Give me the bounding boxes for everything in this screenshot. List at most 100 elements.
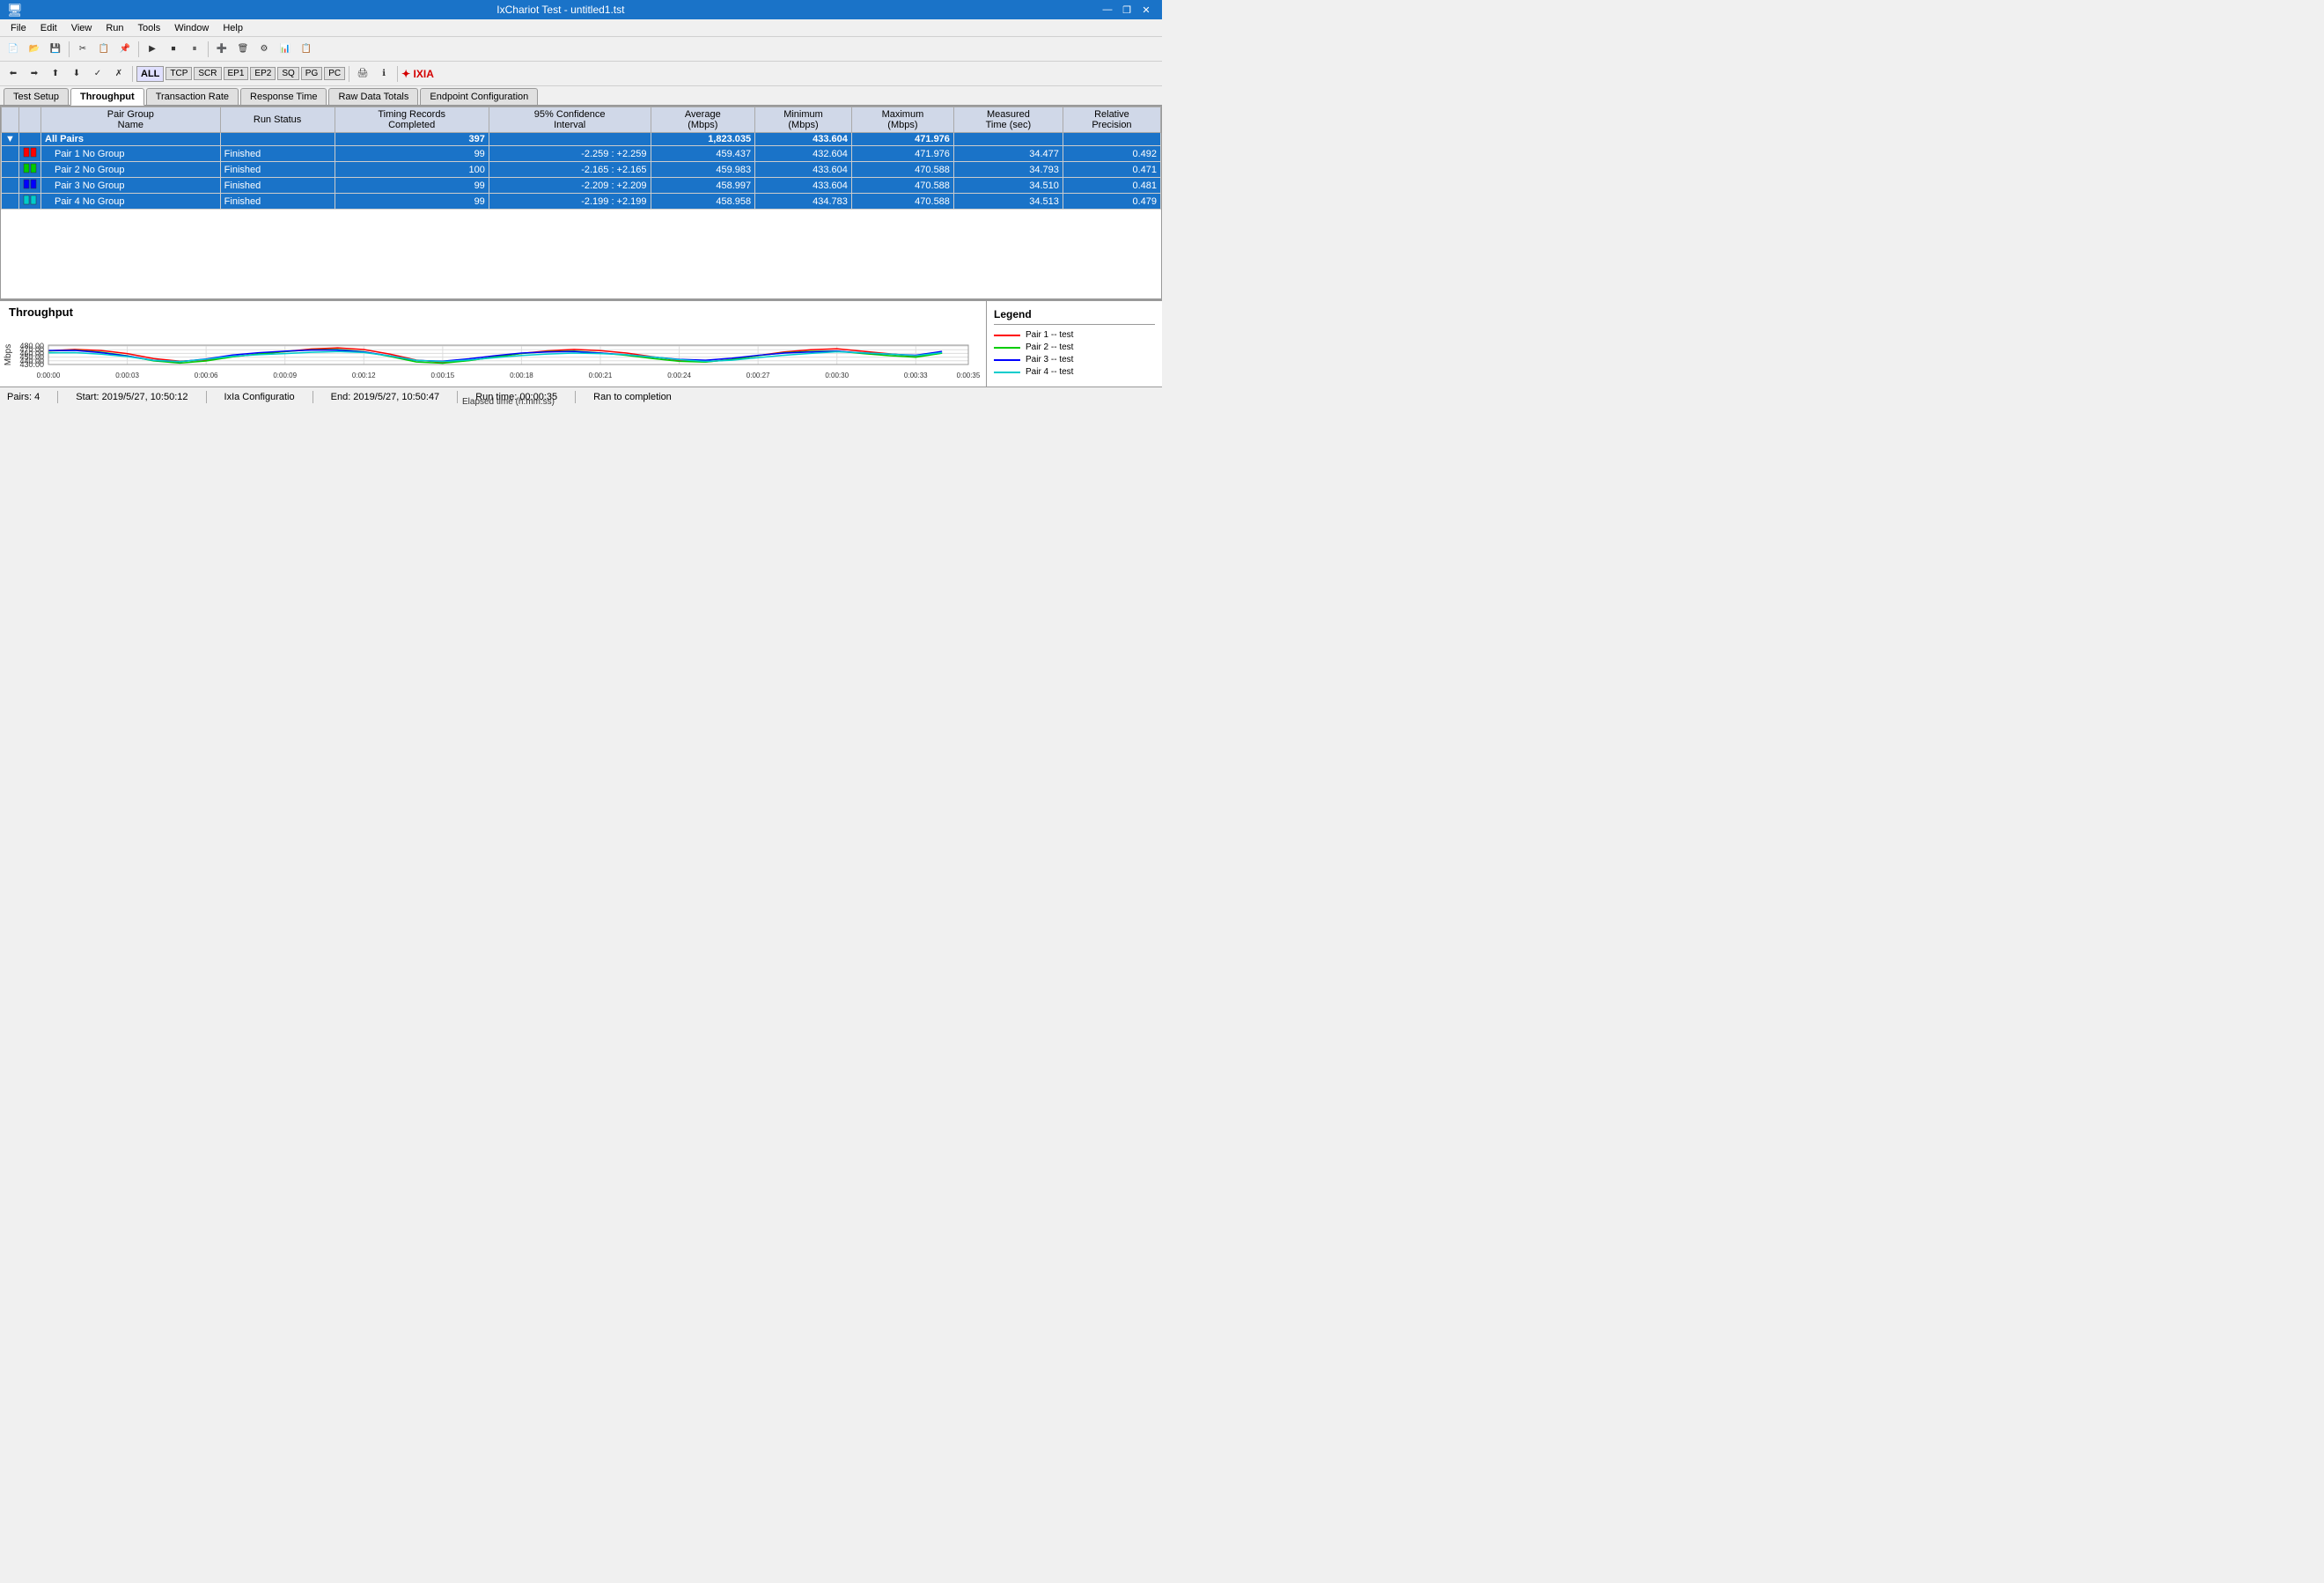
- maximum-cell: 471.976: [851, 133, 953, 146]
- props-button[interactable]: ⚙: [254, 40, 274, 59]
- measured-cell: 34.793: [953, 162, 1063, 178]
- table-row[interactable]: Pair 2 No Group Finished 100 -2.165 : +2…: [2, 162, 1161, 178]
- paste-button[interactable]: 📌: [115, 40, 135, 59]
- expand-cell: [2, 162, 19, 178]
- measured-cell: 34.510: [953, 178, 1063, 194]
- svg-text:0:00:33: 0:00:33: [904, 372, 928, 379]
- timing-cell: 99: [335, 178, 489, 194]
- svg-text:0:00:27: 0:00:27: [746, 372, 770, 379]
- col-header-group[interactable]: Pair GroupName: [41, 107, 221, 133]
- tab-raw-data[interactable]: Raw Data Totals: [328, 88, 418, 105]
- col-header-average[interactable]: Average(Mbps): [651, 107, 755, 133]
- sq-button[interactable]: SQ: [277, 67, 298, 80]
- confidence-cell: [489, 133, 651, 146]
- svg-text:0:00:35: 0:00:35: [957, 372, 981, 379]
- chart-section: Throughput 430.00440.00450.00460.00470.0…: [0, 299, 1162, 387]
- col-header-measured[interactable]: MeasuredTime (sec): [953, 107, 1063, 133]
- legend-item: Pair 2 -- test: [994, 342, 1155, 352]
- col-header-status[interactable]: Run Status: [220, 107, 335, 133]
- all-protocol-button[interactable]: ALL: [136, 66, 164, 82]
- menu-item-help[interactable]: Help: [216, 21, 250, 35]
- tab-transaction-rate[interactable]: Transaction Rate: [146, 88, 239, 105]
- run-button[interactable]: ▶: [143, 40, 162, 59]
- maximum-cell: 470.588: [851, 178, 953, 194]
- tb-btn-f[interactable]: ✗: [109, 64, 129, 84]
- ep1-button[interactable]: EP1: [224, 67, 249, 80]
- tb-btn-e[interactable]: ✓: [88, 64, 107, 84]
- ep2-button[interactable]: EP2: [250, 67, 276, 80]
- table-row[interactable]: Pair 1 No Group Finished 99 -2.259 : +2.…: [2, 146, 1161, 162]
- timing-cell: 100: [335, 162, 489, 178]
- minimize-button[interactable]: —: [1099, 3, 1116, 17]
- relative-cell: 0.481: [1063, 178, 1160, 194]
- confidence-cell: -2.199 : +2.199: [489, 194, 651, 210]
- stop-button[interactable]: ⏹: [164, 40, 183, 59]
- tcp-button[interactable]: TCP: [165, 67, 192, 80]
- table-row[interactable]: Pair 4 No Group Finished 99 -2.199 : +2.…: [2, 194, 1161, 210]
- svg-text:Elapsed time (h:mm:ss): Elapsed time (h:mm:ss): [462, 397, 555, 407]
- legend-title: Legend: [994, 308, 1155, 325]
- open-button[interactable]: 📂: [25, 40, 44, 59]
- maximum-cell: 470.588: [851, 162, 953, 178]
- tab-test-setup[interactable]: Test Setup: [4, 88, 69, 105]
- info-button[interactable]: ℹ: [374, 64, 393, 84]
- delete-button[interactable]: 🗑: [233, 40, 253, 59]
- legend-label-4: Pair 4 -- test: [1026, 367, 1073, 377]
- menu-item-file[interactable]: File: [4, 21, 33, 35]
- menu-item-edit[interactable]: Edit: [33, 21, 64, 35]
- col-header-maximum[interactable]: Maximum(Mbps): [851, 107, 953, 133]
- icon-cell: [19, 178, 41, 194]
- tab-response-time[interactable]: Response Time: [240, 88, 327, 105]
- add-pair-button[interactable]: ➕: [212, 40, 232, 59]
- results-table: Pair GroupName Run Status Timing Records…: [1, 107, 1161, 210]
- tb-btn-b[interactable]: ➡: [25, 64, 44, 84]
- svg-text:0:00:18: 0:00:18: [510, 372, 533, 379]
- menu-item-tools[interactable]: Tools: [131, 21, 168, 35]
- legend-line-2: [994, 347, 1020, 349]
- tb-btn-c[interactable]: ⬆: [46, 64, 65, 84]
- tb-btn-a[interactable]: ⬅: [4, 64, 23, 84]
- new-button[interactable]: 📄: [4, 40, 23, 59]
- minimum-cell: 432.604: [755, 146, 852, 162]
- expand-cell[interactable]: ▼: [2, 133, 19, 146]
- copy-button[interactable]: 📋: [94, 40, 114, 59]
- timing-cell: 99: [335, 194, 489, 210]
- col-header-timing[interactable]: Timing RecordsCompleted: [335, 107, 489, 133]
- restore-button[interactable]: ❐: [1118, 3, 1136, 17]
- col-header-confidence[interactable]: 95% ConfidenceInterval: [489, 107, 651, 133]
- timing-cell: 99: [335, 146, 489, 162]
- tab-endpoint-config[interactable]: Endpoint Configuration: [420, 88, 538, 105]
- save-button[interactable]: 💾: [46, 40, 65, 59]
- table-row[interactable]: ▼ All Pairs 397 1,823.035 433.604 471.97…: [2, 133, 1161, 146]
- group-name-cell: Pair 2 No Group: [41, 162, 221, 178]
- svg-text:0:00:30: 0:00:30: [825, 372, 849, 379]
- close-button[interactable]: ✕: [1137, 3, 1155, 17]
- menu-item-window[interactable]: Window: [167, 21, 216, 35]
- maximum-cell: 470.588: [851, 194, 953, 210]
- relative-cell: 0.492: [1063, 146, 1160, 162]
- print-button[interactable]: 🖨: [353, 64, 372, 84]
- cut-button[interactable]: ✂: [73, 40, 92, 59]
- col-header-minimum[interactable]: Minimum(Mbps): [755, 107, 852, 133]
- col-header-relative[interactable]: RelativePrecision: [1063, 107, 1160, 133]
- average-cell: 1,823.035: [651, 133, 755, 146]
- table-row[interactable]: Pair 3 No Group Finished 99 -2.209 : +2.…: [2, 178, 1161, 194]
- pause-button[interactable]: ⏸: [185, 40, 204, 59]
- chart-button[interactable]: 📊: [276, 40, 295, 59]
- report-button[interactable]: 📋: [297, 40, 316, 59]
- chart-main: Throughput 430.00440.00450.00460.00470.0…: [0, 301, 986, 387]
- pg-button[interactable]: PG: [301, 67, 322, 80]
- menu-item-view[interactable]: View: [64, 21, 99, 35]
- tab-throughput[interactable]: Throughput: [70, 88, 144, 106]
- tb-btn-d[interactable]: ⬇: [67, 64, 86, 84]
- minimum-cell: 433.604: [755, 133, 852, 146]
- table-body: ▼ All Pairs 397 1,823.035 433.604 471.97…: [2, 133, 1161, 210]
- chart-title: Throughput: [9, 306, 73, 319]
- col-header-expand: [2, 107, 19, 133]
- svg-text:Mbps: Mbps: [4, 344, 13, 365]
- separator-3: [208, 41, 209, 57]
- menu-item-run[interactable]: Run: [99, 21, 130, 35]
- pc-button[interactable]: PC: [324, 67, 345, 80]
- app-icon: 🖥: [7, 3, 23, 18]
- scr-button[interactable]: SCR: [194, 67, 221, 80]
